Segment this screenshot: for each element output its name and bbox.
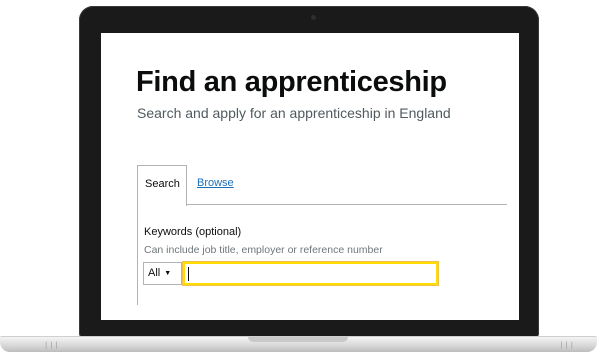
search-tabs: Search Browse (137, 165, 507, 206)
page-title: Find an apprenticeship (136, 66, 447, 98)
keywords-input[interactable] (182, 261, 439, 286)
text-caret (188, 267, 189, 281)
scope-select[interactable]: All ▼ (143, 262, 182, 285)
keywords-hint: Can include job title, employer or refer… (144, 244, 383, 256)
webcam-icon (311, 15, 316, 20)
keywords-label: Keywords (optional) (144, 226, 242, 238)
page-subtitle: Search and apply for an apprenticeship i… (137, 105, 451, 121)
vent-right: ||| (559, 341, 575, 349)
tab-search-label: Search (145, 178, 180, 190)
laptop-screen: Find an apprenticeship Search and apply … (101, 33, 519, 320)
tab-browse[interactable]: Browse (197, 177, 234, 189)
tab-panel-border (137, 205, 138, 305)
laptop-base-notch (248, 337, 348, 342)
laptop-base: ||| ||| (0, 336, 597, 352)
tab-search[interactable]: Search (137, 165, 187, 206)
chevron-down-icon: ▼ (164, 270, 172, 277)
scope-select-value: All (148, 267, 161, 279)
vent-left: ||| (44, 341, 60, 349)
